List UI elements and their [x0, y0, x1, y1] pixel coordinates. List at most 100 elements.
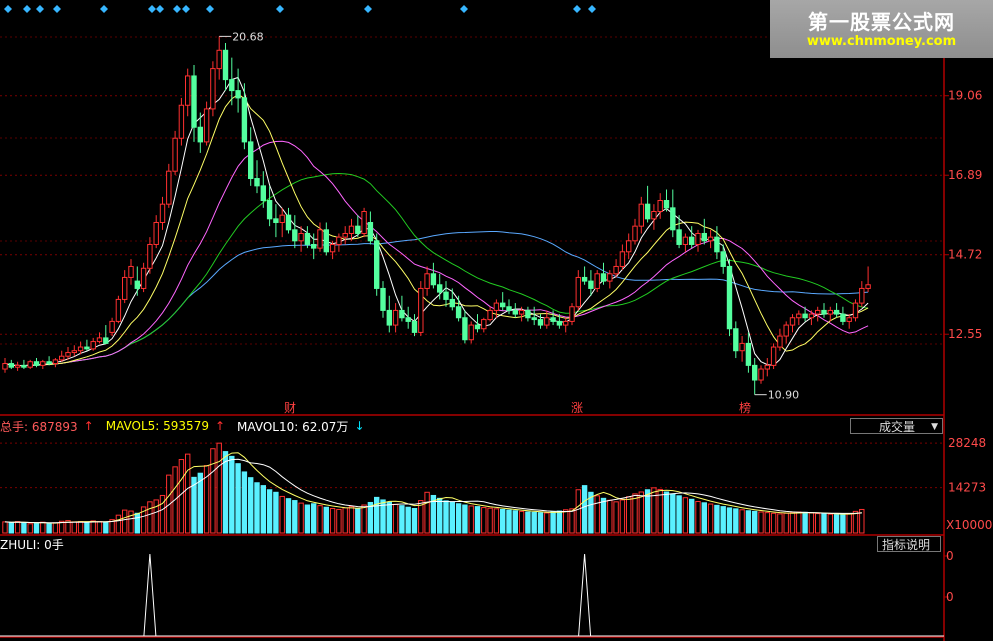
volume-header: 总手: 687893 ↑ MAVOL5: 593579 ↑ MAVOL10: 62.…: [0, 418, 365, 434]
candle-body: [172, 137, 178, 172]
volume-bar: [827, 513, 833, 534]
candle-body: [682, 236, 689, 245]
candle: [248, 127, 254, 186]
ma60-line: [4, 231, 869, 367]
info-mine-diamond-icon: [148, 5, 156, 13]
candle: [859, 281, 865, 307]
info-mine-diamond-icon: [23, 5, 31, 13]
candle-body: [846, 317, 852, 322]
volume-bar: [670, 493, 676, 534]
candle-body: [500, 302, 506, 308]
candle: [273, 204, 279, 238]
volume-bar: [676, 495, 682, 534]
candle: [90, 337, 96, 351]
candle-body: [506, 306, 512, 311]
info-mine-diamond-icon: [276, 5, 284, 13]
candle-body: [115, 298, 122, 322]
candle: [443, 281, 449, 307]
logo-title: 第一股票公式网: [808, 10, 955, 34]
candle-body: [462, 317, 468, 341]
volume-bar: [462, 504, 468, 534]
volume-bar: [147, 501, 153, 534]
candle-body: [770, 346, 777, 366]
volume-bar: [474, 506, 481, 534]
candle-body: [298, 232, 304, 242]
candle-body: [367, 221, 374, 242]
candle-body: [644, 203, 651, 220]
candle-body: [676, 229, 682, 245]
volume-bar: [500, 508, 506, 534]
volume-bar: [424, 491, 430, 534]
candle: [380, 281, 386, 318]
volume-bar: [361, 504, 367, 534]
candle: [865, 266, 871, 293]
candle: [386, 295, 393, 333]
candle: [147, 237, 153, 274]
candle: [21, 359, 27, 370]
ma5-line: [4, 76, 869, 367]
candle-body: [493, 302, 500, 311]
candle-body: [632, 225, 638, 242]
candle: [563, 317, 569, 333]
candle: [279, 207, 285, 238]
candle: [292, 215, 298, 249]
candle-body: [153, 221, 159, 245]
candle-body: [689, 236, 695, 245]
candle: [739, 336, 745, 362]
volume-bar: [569, 508, 575, 534]
candle: [185, 68, 191, 117]
volume-bar: [317, 505, 323, 534]
candle: [46, 356, 52, 366]
volume-bar: [52, 522, 59, 534]
candle: [695, 229, 701, 252]
candle: [707, 229, 714, 249]
candle-body: [210, 68, 216, 110]
candle-body: [745, 342, 752, 366]
mavol10-down-arrow-icon: ↓: [354, 419, 365, 433]
candle-body: [405, 317, 411, 322]
candle: [726, 259, 733, 337]
candle-body: [613, 265, 619, 275]
volume-bar: [638, 491, 644, 534]
candle-body: [600, 273, 607, 282]
volume-bar: [153, 499, 159, 534]
volume-bar: [260, 485, 267, 534]
candle: [424, 266, 430, 296]
volume-tick-label: 28248: [948, 436, 986, 450]
price-tick-label: 14.72: [948, 248, 982, 262]
candle: [701, 218, 707, 245]
candle-body: [701, 232, 707, 242]
info-mine-diamond-icon: [182, 5, 190, 13]
volume-bar: [525, 511, 531, 534]
volume-bar: [846, 513, 852, 534]
volume-bar: [84, 522, 90, 534]
site-watermark-logo: 第一股票公式网 www.chnmoney.com: [770, 0, 993, 58]
candle: [323, 222, 330, 256]
candle-body: [626, 240, 632, 253]
kline-chart[interactable]: 19.06 16.89 14.72 12.55 20.68 10.90 财 涨 榜 28248 14…: [0, 0, 993, 641]
volume-bar: [128, 510, 134, 534]
candle: [430, 262, 437, 289]
candle: [626, 233, 632, 260]
candle: [619, 244, 626, 271]
volume-bar: [487, 507, 493, 534]
candle: [796, 310, 802, 326]
candle: [449, 288, 456, 311]
volume-bar: [266, 489, 273, 534]
volume-bar: [405, 506, 411, 534]
candle-body: [789, 317, 796, 326]
volume-bar: [550, 511, 556, 534]
candle: [128, 259, 134, 285]
candle-body: [588, 280, 594, 289]
volume-bar: [185, 453, 191, 534]
candle-body: [783, 324, 789, 337]
indicator-help-button[interactable]: 指标说明: [877, 536, 941, 552]
candle-body: [229, 79, 235, 92]
volume-bar: [789, 512, 796, 534]
volume-bar: [600, 497, 607, 534]
volume-bar: [443, 500, 449, 534]
volume-indicator-dropdown[interactable]: 成交量 ▼: [850, 418, 943, 434]
candle: [52, 358, 59, 368]
volume-bar: [374, 496, 380, 534]
candle-body: [128, 265, 134, 278]
